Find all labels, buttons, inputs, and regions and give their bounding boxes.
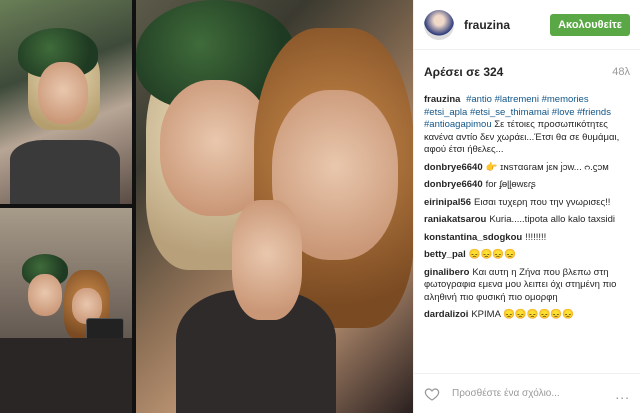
photo-main [136,0,413,413]
more-options-icon[interactable]: ... [615,386,630,402]
caption-username[interactable]: frauzina [424,94,460,105]
comment-text: ΚΡΙΜΑ 😞😞😞😞😞😞 [471,309,574,320]
clothing [0,338,132,413]
comment-username[interactable]: raniakatsarou [424,214,486,225]
comment: raniakatsarou Kuria.....tipota allo kalo … [424,214,630,227]
post-sidebar: frauzina Ακολουθείτε Αρέσει σε 324 48λ f… [413,0,640,413]
comment: ginalibero Και αυτη η Ζήνα που βλεπω στη … [424,267,630,305]
comment: betty_pal 😞😞😞😞 [424,249,630,262]
heart-icon[interactable] [424,386,440,402]
face [38,62,88,124]
post-image[interactable] [0,0,413,413]
comment: donbrye6640 👉 ɪɴsтαɢraм ȷ̇ɛɴ ȷ̇ɔw... ᴒ.ϛɔ… [424,162,630,175]
post-header: frauzina Ακολουθείτε [414,0,640,50]
post-footer: Προσθέστε ένα σχόλιο... ... [414,373,640,413]
caption: frauzina #antio #latremeni #memories #et… [424,94,630,157]
comments-list: frauzina #antio #latremeni #memories #et… [414,94,640,322]
likes-count[interactable]: Αρέσει σε 324 [424,65,503,79]
comment-username[interactable]: donbrye6640 [424,179,483,190]
avatar[interactable] [424,9,454,40]
follow-button[interactable]: Ακολουθείτε [550,13,630,36]
comment-text: !!!!!!!! [525,231,547,243]
comment: donbrye6640 for ʄɵɭɭɵwɛɾʂ [424,179,630,192]
comment: eirinipal56 Εισαι τυχερη που την γνωρισες… [424,197,630,210]
comment: dardalizoi ΚΡΙΜΑ 😞😞😞😞😞😞 [424,309,630,322]
photo-top-left [0,0,132,204]
photo-bottom-left [0,208,132,413]
coat [10,140,120,204]
comment: konstantina_sdogkou!!!!!!!! [424,232,630,245]
comment-username[interactable]: donbrye6640 [424,162,483,173]
likes-row: Αρέσει σε 324 48λ [414,50,640,94]
post-username[interactable]: frauzina [464,18,550,32]
comment-username[interactable]: dardalizoi [424,309,468,320]
comment-text: 😞😞😞😞 [468,249,517,260]
face [28,274,62,316]
hand [232,200,302,320]
comment-username[interactable]: konstantina_sdogkou [424,232,522,243]
comment-username[interactable]: betty_pal [424,249,466,260]
comment-username[interactable]: ginalibero [424,267,469,278]
comment-text: 👉 ɪɴsтαɢraм ȷ̇ɛɴ ȷ̇ɔw... ᴒ.ϛɔм [485,161,609,173]
add-comment-input[interactable]: Προσθέστε ένα σχόλιο... [452,388,615,399]
comment-text: Kuria.....tipota allo kalo taxsidi [489,214,615,225]
post-time[interactable]: 48λ [612,66,630,78]
comment-text: Εισαι τυχερη που την γνωρισες!! [474,196,611,208]
comment-username[interactable]: eirinipal56 [424,197,471,208]
comment-text: for ʄɵɭɭɵwɛɾʂ [485,179,536,190]
